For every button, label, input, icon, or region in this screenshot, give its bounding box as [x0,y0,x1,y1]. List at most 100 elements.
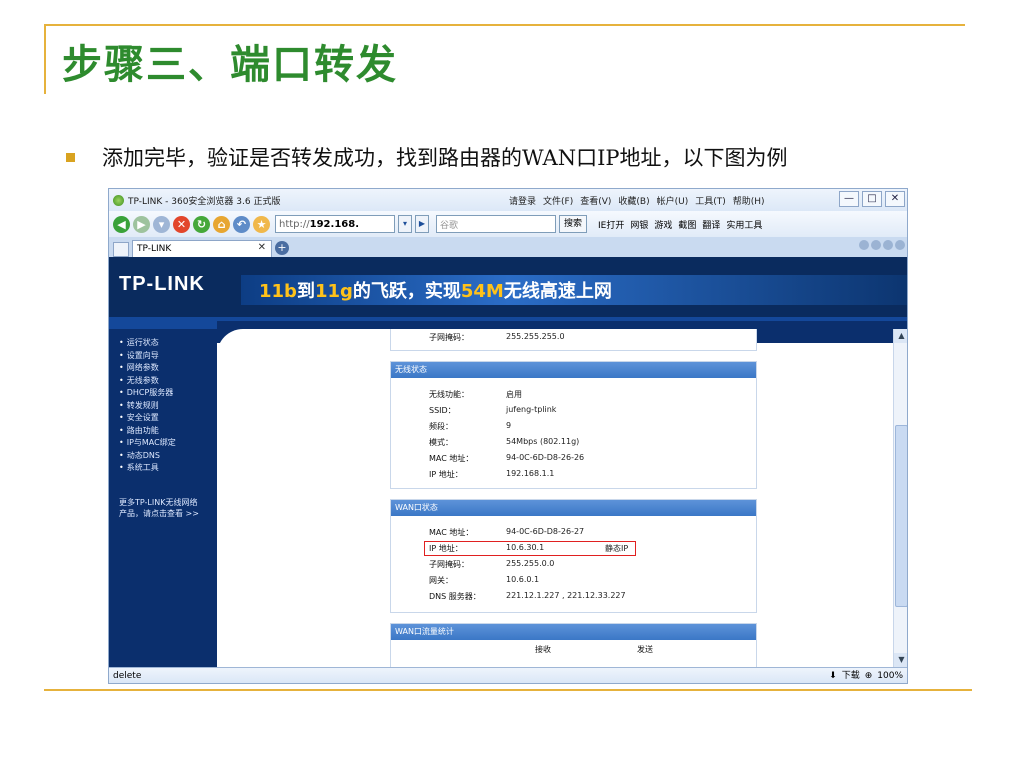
sidebar-item-ddns[interactable]: 动态DNS [109,450,217,463]
row-value: 启用 [506,390,522,399]
bullet-text: 添加完毕，验证是否转发成功，找到路由器的WAN口IP地址，以下图为例 [102,146,788,170]
scroll-up-icon[interactable]: ▲ [894,329,907,343]
tab-controls [859,240,905,250]
sidebar-item-forwarding[interactable]: 转发规则 [109,400,217,413]
tools-link[interactable]: 实用工具 [726,218,762,231]
download-label[interactable]: 下载 [842,668,860,683]
row-label: 子网掩码： [429,333,469,342]
favorites-icon[interactable]: ★ [253,215,270,233]
go-icon[interactable]: ▶ [415,215,429,233]
dropdown-icon[interactable]: ▾ [153,215,170,233]
sidebar-item-routing[interactable]: 路由功能 [109,425,217,438]
row-value: 10.6.0.1 [506,575,540,584]
sidebar-item-wizard[interactable]: 设置向导 [109,350,217,363]
slogan-part: 无线高速上网 [503,281,612,302]
zoom-icon[interactable]: ⊕ [865,668,873,683]
screenshot-link[interactable]: 截图 [678,218,696,231]
traffic-header-row: 接收 发送 [391,640,756,660]
row-label: IP 地址： [429,544,463,553]
sidebar-item-ip-mac[interactable]: IP与MAC绑定 [109,437,217,450]
sidebar-item-network[interactable]: 网络参数 [109,362,217,375]
toolbar-links: IE打开 网银 游戏 截图 翻译 实用工具 [598,218,762,231]
bank-link[interactable]: 网银 [630,218,648,231]
maximize-button[interactable]: □ [862,191,882,207]
forward-icon[interactable]: ▶ [133,215,150,233]
menu-view[interactable]: 查看(V) [580,194,611,207]
ie-open-link[interactable]: IE打开 [598,218,624,231]
page-viewport: TP-LINK 11b到11g的飞跃，实现54M无线高速上网 运行状态 设置向导… [109,257,907,667]
back-icon[interactable]: ◀ [113,215,130,233]
wireless-row: SSID： jufeng-tplink [391,402,756,418]
content-frame-curve [217,329,417,359]
address-bar[interactable]: http:// 192.168. [275,215,395,233]
url-dropdown-icon[interactable]: ▾ [398,215,412,233]
tab-close-all-icon[interactable] [895,240,905,250]
row-value: 255.255.255.0 [506,332,565,341]
stop-icon[interactable]: ✕ [173,215,190,233]
row-value: 94-0C-6D-D8-26-26 [506,453,585,462]
search-input[interactable]: 谷歌 [436,215,556,233]
tab-next-icon[interactable] [871,240,881,250]
router-sidebar: 运行状态 设置向导 网络参数 无线参数 DHCP服务器 转发规则 安全设置 路由… [109,329,217,667]
undo-icon[interactable]: ↶ [233,215,250,233]
row-label: 网关： [429,576,453,585]
lan-subnet-row: 子网掩码： 255.255.255.0 [391,329,756,345]
tp-link-logo: TP-LINK [119,273,205,295]
tab-tp-link[interactable]: TP-LINK ✕ [132,240,272,257]
menu-tools[interactable]: 工具(T) [695,194,726,207]
row-note: 静态IP [605,544,629,553]
panel-header: 无线状态 [391,362,756,378]
sidebar-more-link[interactable]: 更多TP-LINK无线网络 产品，请点击查看 >> [109,497,217,519]
refresh-icon[interactable]: ↻ [193,215,210,233]
sidebar-more-line: 更多TP-LINK无线网络 [119,497,198,507]
bullet-marker [66,153,75,162]
wan-row: MAC 地址： 94-0C-6D-D8-26-27 [391,524,756,540]
router-banner: TP-LINK 11b到11g的飞跃，实现54M无线高速上网 [109,257,907,321]
tab-menu-icon[interactable] [883,240,893,250]
sidebar-item-dhcp[interactable]: DHCP服务器 [109,387,217,400]
browser-toolbar: ◀ ▶ ▾ ✕ ↻ ⌂ ↶ ★ http:// 192.168. ▾ ▶ 谷歌 … [109,211,907,237]
col-receive: 接收 [535,645,551,654]
browser-logo-icon [113,194,124,206]
browser-statusbar: delete ⬇ 下载 ⊕ 100% [109,667,907,683]
row-value: 192.168.1.1 [506,469,555,478]
slide-top-rule [44,24,965,26]
row-label: DNS 服务器： [429,592,481,601]
translate-link[interactable]: 翻译 [702,218,720,231]
new-tab-icon[interactable]: + [275,241,289,255]
menu-help[interactable]: 帮助(H) [733,194,765,207]
wan-traffic-panel: WAN口流量统计 接收 发送 [390,623,757,667]
wireless-status-panel: 无线状态 无线功能： 启用 SSID： jufeng-tplink 频段： 9 模式：… [390,361,757,489]
panel-header: WAN口状态 [391,500,756,516]
tab-close-icon[interactable]: ✕ [258,242,266,253]
wan-row: 网关： 10.6.0.1 [391,572,756,588]
menu-login[interactable]: 请登录 [509,194,536,207]
sidebar-item-status[interactable]: 运行状态 [109,337,217,350]
row-label: SSID： [429,406,456,415]
menu-account[interactable]: 帐户(U) [657,194,689,207]
row-label: 子网掩码： [429,560,469,569]
menu-file[interactable]: 文件(F) [543,194,573,207]
scroll-down-icon[interactable]: ▼ [894,653,907,667]
zoom-level[interactable]: 100% [877,668,903,683]
url-host: 192.168. [309,218,359,230]
download-icon[interactable]: ⬇ [829,668,837,683]
sidebar-item-system-tools[interactable]: 系统工具 [109,462,217,475]
sidebar-more-line: 产品，请点击查看 >> [119,508,199,518]
scroll-thumb[interactable] [895,425,907,607]
sidebar-item-wireless[interactable]: 无线参数 [109,375,217,388]
row-value: 255.255.0.0 [506,559,555,568]
window-controls: — □ ✕ [839,191,905,207]
page-scrollbar[interactable]: ▲ ▼ [893,329,907,667]
row-value: jufeng-tplink [506,405,557,414]
sidebar-item-security[interactable]: 安全设置 [109,412,217,425]
games-link[interactable]: 游戏 [654,218,672,231]
tab-list-button[interactable] [113,242,129,257]
close-window-button[interactable]: ✕ [885,191,905,207]
row-label: MAC 地址： [429,454,474,463]
menu-favorites[interactable]: 收藏(B) [618,194,649,207]
minimize-button[interactable]: — [839,191,859,207]
search-button[interactable]: 搜索 [559,215,588,233]
tab-prev-icon[interactable] [859,240,869,250]
home-icon[interactable]: ⌂ [213,215,230,233]
